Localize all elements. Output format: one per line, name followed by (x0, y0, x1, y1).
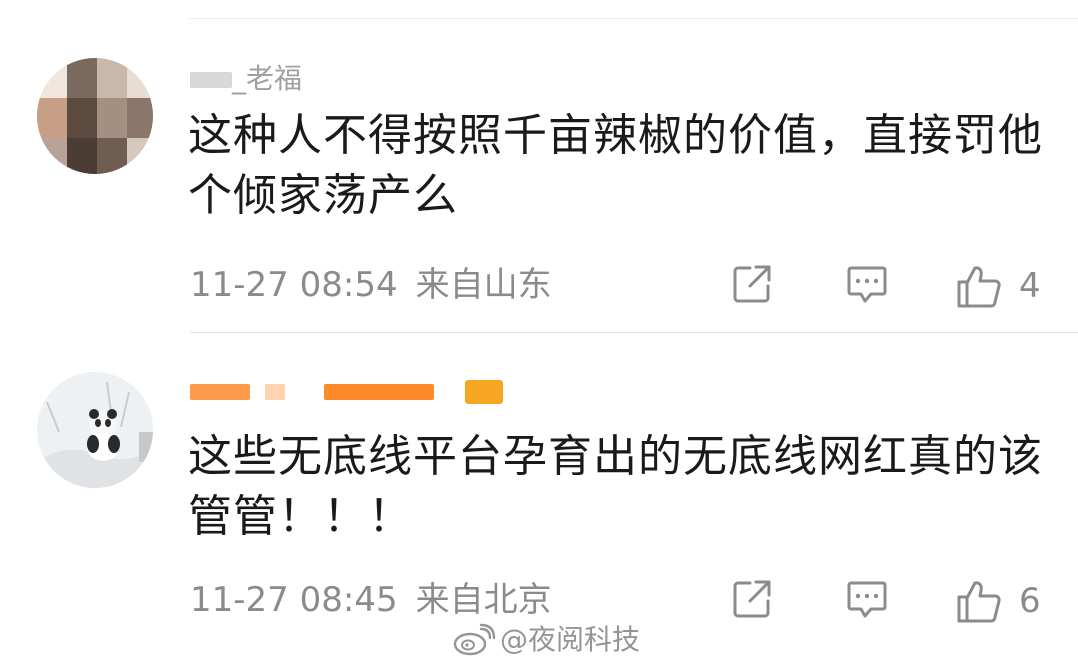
comment-time: 11-27 08:45 (190, 580, 398, 620)
share-button[interactable] (730, 262, 774, 306)
like-count: 4 (1019, 266, 1041, 306)
comment-item: 这些无底线平台孕育出的无底线网红真的该管管！！！ 11-27 08:45 来自北京… (0, 336, 1078, 654)
comment-text: 这种人不得按照千亩辣椒的价值，直接罚他个倾家荡产么 (188, 110, 1043, 221)
comment-time: 11-27 08:54 (190, 265, 398, 305)
redacted-name-block (264, 384, 285, 400)
redacted-name-block (190, 384, 250, 400)
reply-button[interactable] (845, 262, 889, 306)
redacted-name-block (190, 72, 232, 88)
share-edit-icon (733, 265, 771, 303)
comment-meta: 11-27 08:54 来自山东 (190, 265, 552, 305)
vip-badge-icon (464, 380, 503, 404)
thumbs-up-icon (957, 581, 1001, 623)
avatar[interactable] (37, 372, 153, 488)
share-edit-icon (733, 580, 771, 618)
comment-meta: 11-27 08:45 来自北京 (190, 580, 552, 620)
top-divider (190, 18, 1078, 19)
like-count: 6 (1019, 581, 1041, 621)
panda-snow-image (37, 372, 153, 488)
comment-icon (847, 581, 887, 618)
redacted-name-block (323, 384, 434, 400)
avatar[interactable] (37, 58, 153, 174)
watermark-text: @夜阅科技 (500, 623, 641, 656)
thumbs-up-icon (957, 266, 1001, 308)
reply-button[interactable] (845, 577, 889, 621)
comment-item: _老福 这种人不得按照千亩辣椒的价值，直接罚他个倾家荡产么 11-27 08:5… (0, 24, 1078, 333)
share-button[interactable] (730, 577, 774, 621)
comment-location: 来自山东 (415, 265, 552, 305)
comment-icon (847, 266, 887, 303)
divider (190, 332, 1078, 333)
weibo-logo-icon (453, 623, 496, 656)
username[interactable] (190, 374, 503, 408)
username[interactable]: _老福 (190, 62, 302, 96)
comment-text: 这些无底线平台孕育出的无底线网红真的该管管！！！ (188, 431, 1043, 542)
comment-location: 来自北京 (415, 580, 552, 620)
watermark: @夜阅科技 (452, 622, 640, 658)
like-button[interactable]: 4 (955, 262, 1041, 310)
like-button[interactable]: 6 (955, 577, 1041, 625)
